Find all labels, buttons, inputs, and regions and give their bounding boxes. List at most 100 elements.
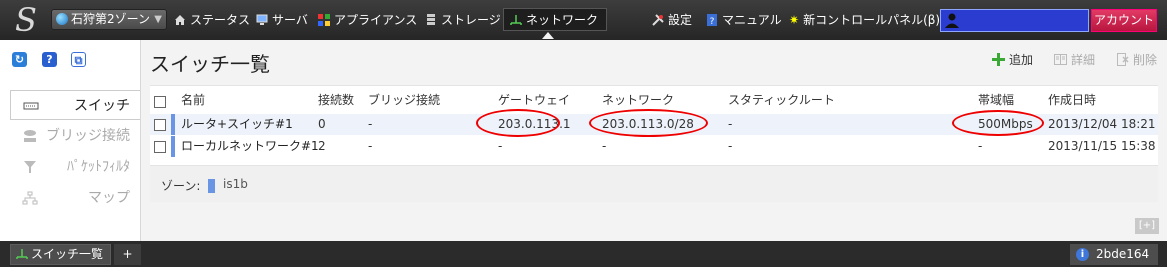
refresh-icon[interactable]: ↻ <box>12 52 27 67</box>
cell-created: 2013/12/04 18:21 <box>1048 117 1156 131</box>
zone-color-bar <box>171 136 175 157</box>
column-header-static-route[interactable]: スタティックルート <box>728 90 835 111</box>
cell-network: - <box>602 139 607 153</box>
menu-settings-label: 設定 <box>668 13 693 27</box>
chevron-down-icon: ▼ <box>154 14 162 25</box>
task-tab-switch-list[interactable]: スイッチ一覧 <box>10 244 111 265</box>
table-row[interactable]: ローカルネットワーク#1 2 - - - - - 2013/11/15 15:3… <box>150 136 1158 157</box>
cell-name: ローカルネットワーク#1 <box>181 139 319 153</box>
cell-static-route: - <box>728 139 733 153</box>
bottom-taskbar: スイッチ一覧 + i 2bde164 <box>0 241 1167 267</box>
window-icon[interactable]: ⧉ <box>71 52 86 67</box>
delete-icon <box>1116 53 1129 66</box>
menu-appliance-label: アプライアンス <box>334 13 418 27</box>
star-icon: ✷ <box>789 13 800 27</box>
zone-value: is1b <box>223 177 248 191</box>
sidebar-item-bridge[interactable]: ブリッジ接続 <box>10 121 140 151</box>
switch-icon <box>23 102 39 110</box>
detail-icon <box>1053 54 1067 65</box>
sidebar-item-label: ブリッジ接続 <box>46 128 130 144</box>
network-icon <box>16 249 28 259</box>
switch-table: 名前 接続数 ブリッジ接続 ゲートウェイ ネットワーク スタティックルート 帯域… <box>150 85 1158 202</box>
row-checkbox[interactable] <box>154 119 166 131</box>
column-header-connections[interactable]: 接続数 <box>318 90 354 111</box>
cell-connections: 0 <box>318 117 326 131</box>
expand-button[interactable]: [+] <box>1135 218 1159 234</box>
bridge-icon <box>24 130 36 142</box>
menu-new-control-panel[interactable]: ✷ 新コントロールパネル(β) <box>789 11 940 29</box>
delete-button-label: 削除 <box>1132 53 1157 67</box>
sidebar-item-packet-filter[interactable]: ﾊﾟｹｯﾄﾌｨﾙﾀ <box>10 152 140 182</box>
sidebar-item-switch[interactable]: スイッチ <box>10 90 140 120</box>
task-tab-label: スイッチ一覧 <box>31 247 104 261</box>
appliance-icon <box>318 14 330 26</box>
main-content: スイッチ一覧 追加 詳細 削除 名前 接続数 ブリッジ接続 ゲートウェイ ネット… <box>141 40 1167 241</box>
detail-button[interactable]: 詳細 <box>1053 52 1095 68</box>
user-name-box[interactable] <box>940 9 1089 32</box>
menu-manual-label: マニュアル <box>722 13 782 27</box>
sidebar-item-label: マップ <box>88 190 130 206</box>
add-button[interactable]: 追加 <box>991 52 1033 68</box>
cell-connections: 2 <box>318 139 326 153</box>
storage-icon <box>427 14 435 25</box>
active-menu-pointer <box>542 32 554 39</box>
network-highlight-circle <box>589 109 708 137</box>
column-header-bandwidth[interactable]: 帯域幅 <box>978 90 1014 111</box>
menu-server[interactable]: サーバ <box>256 11 308 29</box>
cell-bridge: - <box>368 117 373 131</box>
add-tab-button[interactable]: + <box>114 244 141 265</box>
cell-static-route: - <box>728 117 733 131</box>
menu-network-label: ネットワーク <box>526 13 599 27</box>
menu-new-control-panel-label: 新コントロールパネル(β) <box>803 13 941 27</box>
logo-icon[interactable]: S <box>8 4 44 36</box>
help-icon[interactable]: ? <box>42 52 57 67</box>
delete-button[interactable]: 削除 <box>1116 52 1157 68</box>
top-bar: S 石狩第2ゾーン ▼ ステータス サーバ アプライアンス ストレージ ネットワ… <box>0 0 1167 40</box>
tools-icon <box>652 14 664 26</box>
cell-bridge: - <box>368 139 373 153</box>
column-header-gateway[interactable]: ゲートウェイ <box>498 90 570 111</box>
menu-settings[interactable]: 設定 <box>652 11 692 29</box>
add-button-label: 追加 <box>1008 53 1033 67</box>
cell-name: ルータ+スイッチ#1 <box>181 117 293 131</box>
zone-selector[interactable]: 石狩第2ゾーン ▼ <box>51 9 167 30</box>
zone-color-bar <box>171 114 175 135</box>
gateway-highlight-circle <box>476 109 560 137</box>
account-button[interactable]: アカウント <box>1091 9 1157 32</box>
zone-label: ゾーン: <box>161 179 201 193</box>
column-header-bridge[interactable]: ブリッジ接続 <box>368 90 440 111</box>
map-icon <box>22 191 38 205</box>
user-icon <box>945 13 959 28</box>
cell-gateway: - <box>498 139 503 153</box>
menu-status-label: ステータス <box>190 13 251 27</box>
info-icon: i <box>1076 248 1089 261</box>
cell-created: 2013/11/15 15:38 <box>1048 139 1156 153</box>
globe-icon <box>56 13 68 25</box>
detail-button-label: 詳細 <box>1070 53 1095 67</box>
svg-text:?: ? <box>710 17 715 26</box>
zone-selector-label: 石狩第2ゾーン <box>71 12 151 26</box>
sidebar-item-label: ﾊﾟｹｯﾄﾌｨﾙﾀ <box>67 159 130 175</box>
select-all-checkbox[interactable] <box>154 96 166 108</box>
menu-storage[interactable]: ストレージ <box>425 11 501 29</box>
cell-bandwidth: - <box>978 139 983 153</box>
menu-network[interactable]: ネットワーク <box>503 8 608 39</box>
bandwidth-highlight-circle <box>952 110 1044 136</box>
menu-manual[interactable]: ? マニュアル <box>706 11 782 29</box>
column-header-name[interactable]: 名前 <box>181 90 205 111</box>
plus-icon <box>991 53 1005 66</box>
row-checkbox[interactable] <box>154 141 166 153</box>
session-info[interactable]: i 2bde164 <box>1070 244 1158 265</box>
column-header-created[interactable]: 作成日時 <box>1048 90 1096 111</box>
session-id: 2bde164 <box>1096 247 1150 261</box>
sidebar: ↻ ? ⧉ スイッチ ブリッジ接続 ﾊﾟｹｯﾄﾌｨﾙﾀ マップ <box>0 40 141 241</box>
menu-status[interactable]: ステータス <box>174 11 250 29</box>
sidebar-item-map[interactable]: マップ <box>10 183 140 213</box>
zone-footer: ゾーン: is1b <box>150 165 1158 202</box>
column-header-network[interactable]: ネットワーク <box>602 90 674 111</box>
table-header: 名前 接続数 ブリッジ接続 ゲートウェイ ネットワーク スタティックルート 帯域… <box>150 90 1158 111</box>
monitor-icon <box>256 14 268 25</box>
help-book-icon: ? <box>707 14 717 26</box>
network-icon <box>510 15 522 25</box>
menu-appliance[interactable]: アプライアンス <box>318 11 417 29</box>
